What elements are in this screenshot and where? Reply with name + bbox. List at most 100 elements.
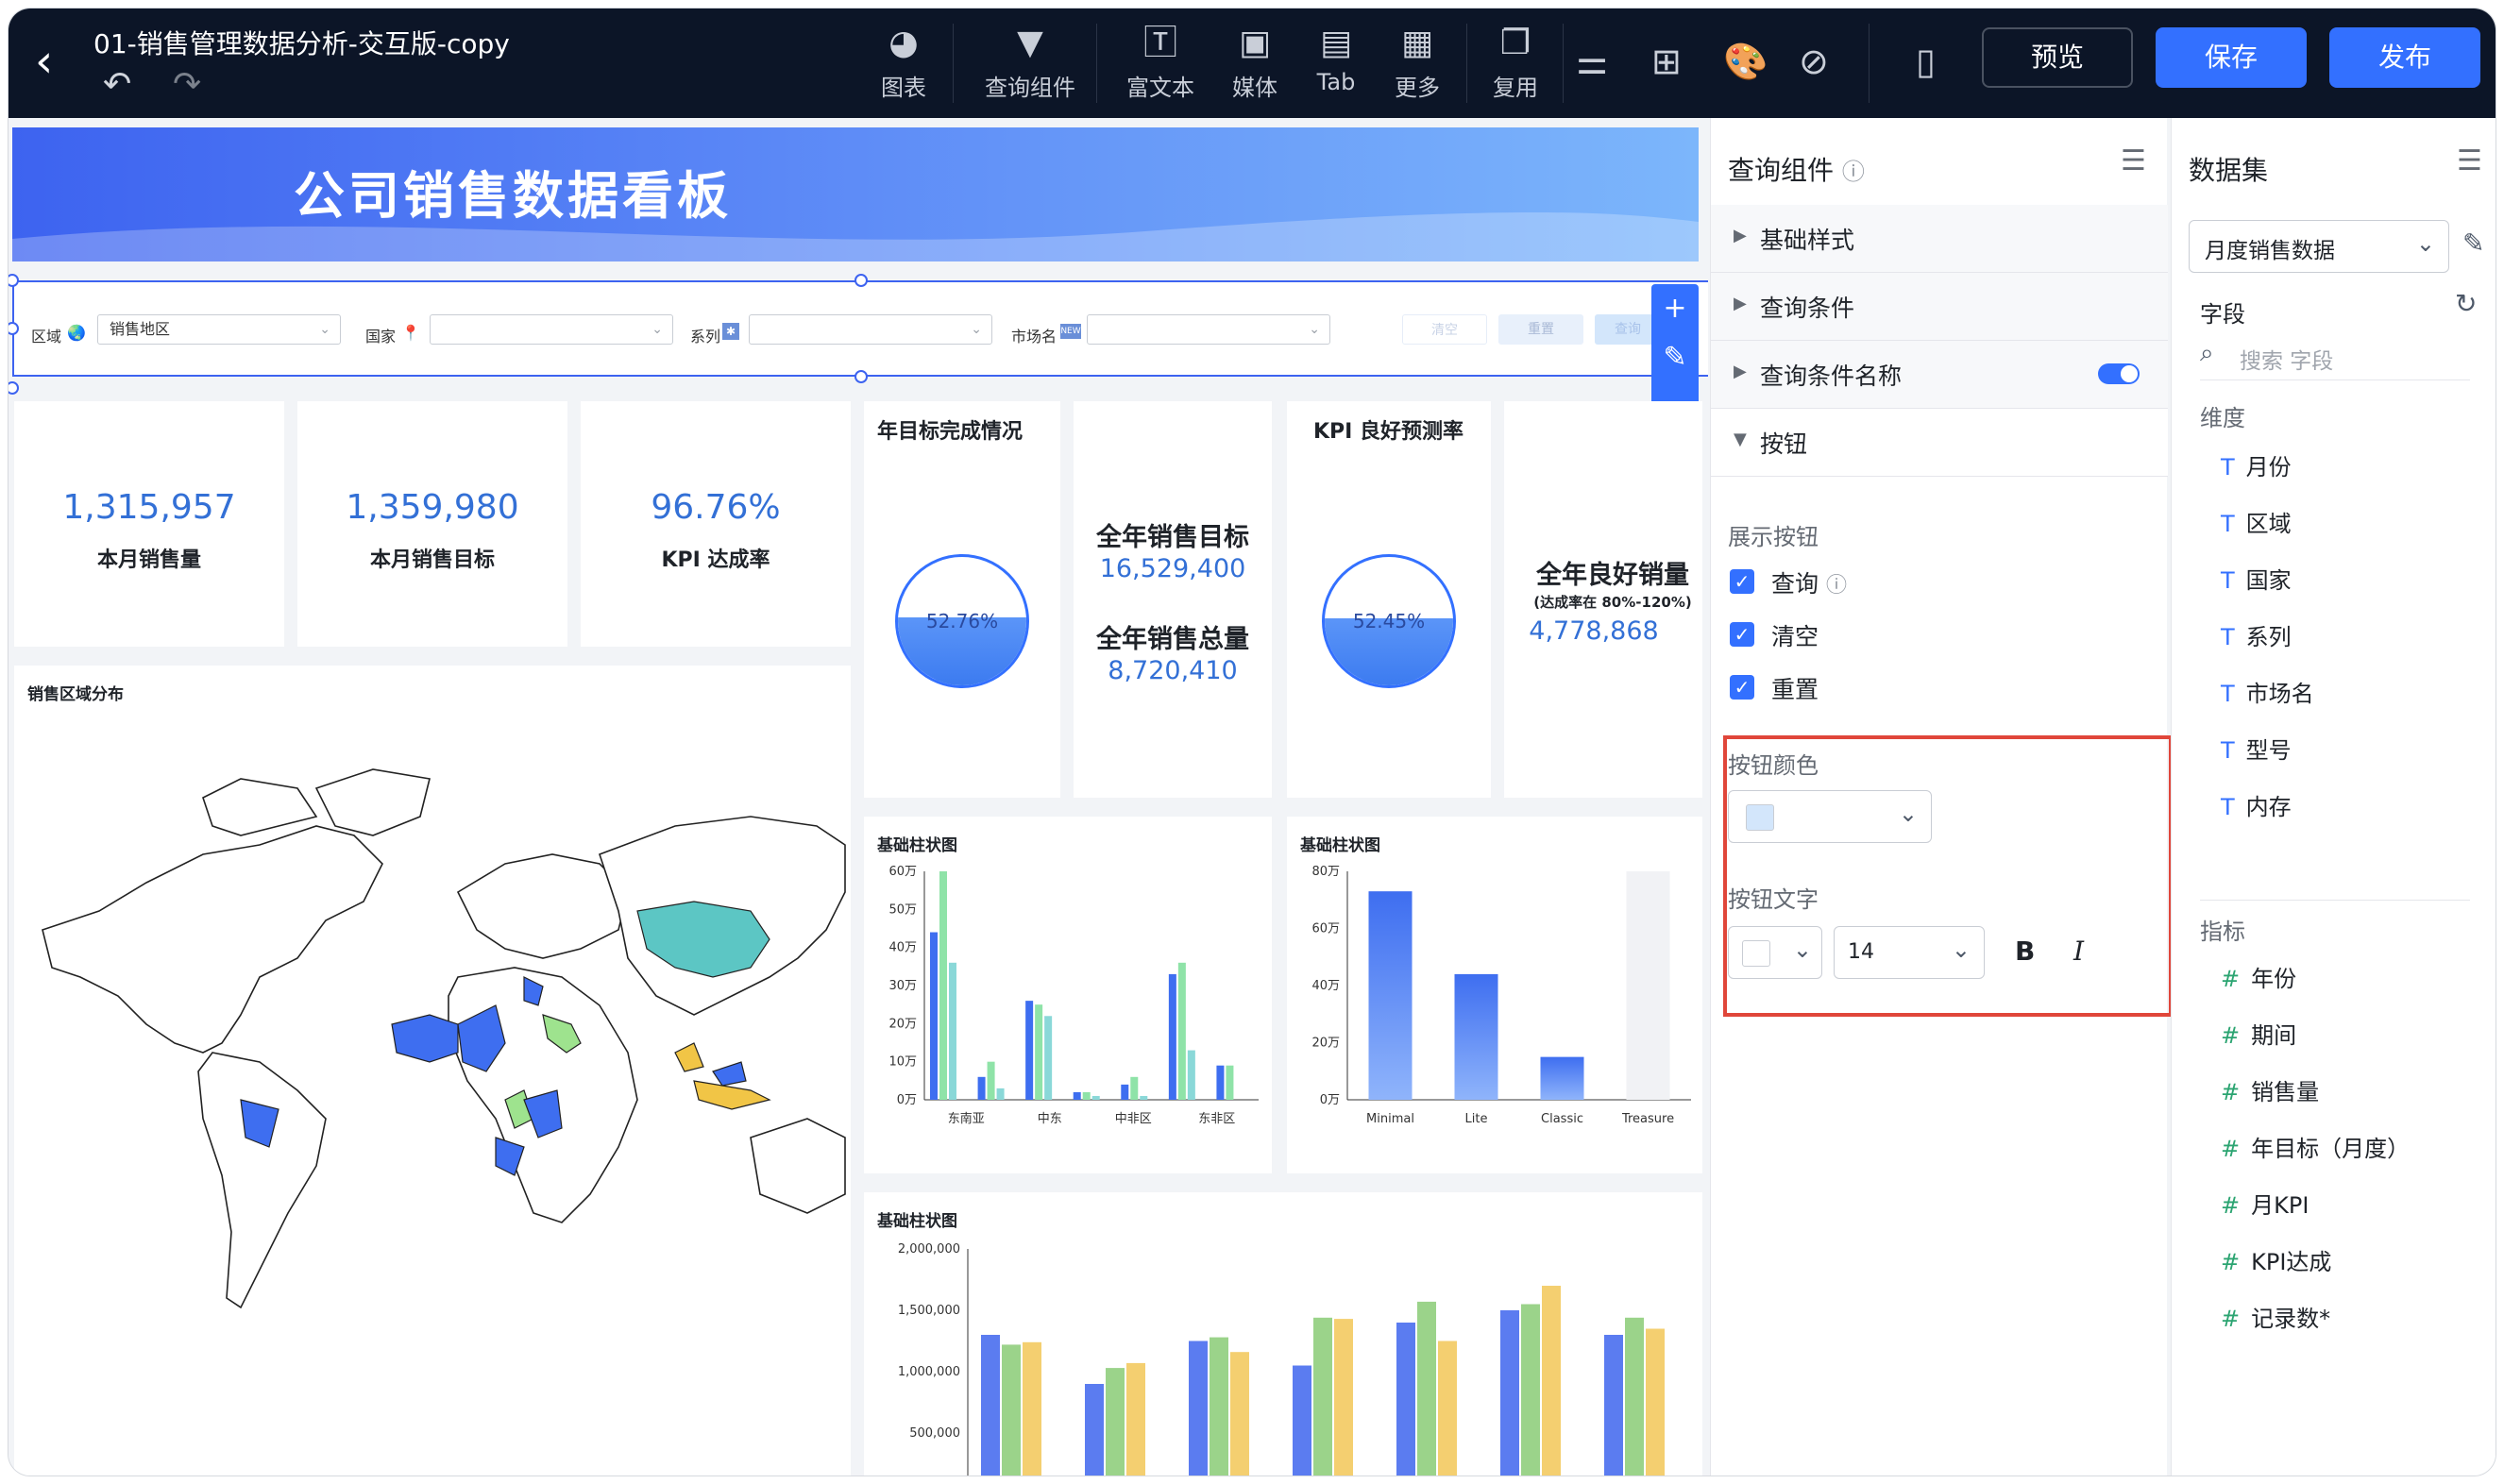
kpi-card-kpi-rate[interactable]: 96.76% KPI 达成率 bbox=[581, 401, 851, 647]
country-select[interactable]: ⌄ bbox=[430, 314, 673, 345]
edit-pencil-icon[interactable]: ✎ bbox=[2462, 228, 2484, 259]
field-dimension[interactable]: T 内存 bbox=[2221, 788, 2292, 821]
tool-more[interactable]: ▦ 更多 bbox=[1379, 22, 1455, 102]
gauge-percent: 52.76% bbox=[925, 610, 999, 632]
tool-more-label: 更多 bbox=[1395, 75, 1440, 101]
refresh-icon[interactable]: ↻ bbox=[2455, 288, 2477, 319]
tool-richtext[interactable]: 🅃 富文本 bbox=[1113, 22, 1208, 102]
bar bbox=[1177, 962, 1186, 1100]
preview-button[interactable]: 预览 bbox=[1982, 27, 2133, 88]
menu-icon[interactable]: ☰ bbox=[2121, 144, 2146, 177]
x-tick-label: 东南亚 bbox=[948, 1111, 985, 1126]
tool-media[interactable]: ▣ 媒体 bbox=[1217, 22, 1293, 102]
query-label-country: 国家 bbox=[365, 328, 397, 346]
field-measure[interactable]: # 年目标（月度） bbox=[2221, 1130, 2410, 1163]
resize-handle[interactable] bbox=[854, 370, 868, 383]
field-label: 记录数* bbox=[2251, 1306, 2331, 1332]
x-tick-label: Classic bbox=[1541, 1112, 1583, 1126]
map-australia bbox=[750, 1118, 846, 1214]
checkbox-clear[interactable]: ✓ bbox=[1730, 622, 1754, 647]
section-label: 查询条件名称 bbox=[1760, 363, 1903, 390]
gauge-percent: 52.45% bbox=[1352, 610, 1426, 632]
bar-chart-model[interactable]: 基础柱状图 80万 60万 40万 20万 0万 Minimal Lite Classic Tr… bbox=[1287, 817, 1702, 1173]
field-search[interactable]: ⌕ 搜索 字段 bbox=[2200, 339, 2470, 380]
publish-button[interactable]: 发布 bbox=[2329, 27, 2480, 88]
bar bbox=[1140, 1095, 1148, 1100]
field-measure[interactable]: # 年份 bbox=[2221, 960, 2296, 993]
edit-pencil-icon[interactable]: ✎ bbox=[1651, 333, 1699, 382]
field-measure[interactable]: # 月KPI bbox=[2221, 1187, 2309, 1220]
section-query-conditions[interactable]: ▶ 查询条件 bbox=[1711, 273, 2168, 341]
app-frame: ‹ 01-销售管理数据分析-交互版-copy ↶ ↷ ◕ 图表 ▼ 查询组件 🅃… bbox=[8, 8, 2496, 1476]
chart-title: 基础柱状图 bbox=[1300, 836, 1380, 855]
section-basic-style[interactable]: ▶ 基础样式 bbox=[1711, 205, 2168, 273]
info-icon[interactable]: ⓘ bbox=[1826, 574, 1847, 598]
region-select[interactable]: 销售地区 ⌄ bbox=[97, 314, 341, 345]
redo-icon[interactable]: ↷ bbox=[173, 65, 201, 104]
bar-chart-trend[interactable]: 基础柱状图 2,000,000 1,500,000 1,000,000 500,000… bbox=[864, 1192, 1702, 1476]
annual-total-value: 8,720,410 bbox=[1108, 656, 1238, 685]
checkbox-query[interactable]: ✓ bbox=[1730, 569, 1754, 594]
market-select[interactable]: ⌄ bbox=[1087, 314, 1330, 345]
tool-query[interactable]: ▼ 查询组件 bbox=[973, 22, 1087, 102]
add-icon[interactable]: + bbox=[1651, 284, 1699, 333]
kpi-card-month-target[interactable]: 1,359,980 本月销售目标 bbox=[297, 401, 567, 647]
settings-sliders-icon[interactable]: ⚌ bbox=[1576, 41, 1608, 82]
menu-icon[interactable]: ☰ bbox=[2457, 144, 2482, 177]
undo-icon[interactable]: ↶ bbox=[103, 65, 131, 104]
field-measure[interactable]: # 销售量 bbox=[2221, 1073, 2319, 1106]
number-type-icon: # bbox=[2221, 1192, 2241, 1219]
back-icon[interactable]: ‹ bbox=[35, 39, 53, 84]
clear-button[interactable]: 清空 bbox=[1402, 314, 1487, 345]
bar-chart-region[interactable]: 基础柱状图 60万 50万 40万 30万 20万 10万 0万 东南亚 中东 中非区 东非区 bbox=[864, 817, 1272, 1173]
field-dimension[interactable]: T 市场名 bbox=[2221, 675, 2314, 708]
good-sales-card[interactable]: 全年良好销量 (达成率在 80%-120%) 4,778,868 bbox=[1504, 401, 1702, 798]
field-label: 月份 bbox=[2245, 454, 2292, 481]
field-dimension[interactable]: T 月份 bbox=[2221, 448, 2292, 481]
section-buttons[interactable]: ▼ 按钮 bbox=[1711, 409, 2168, 477]
tool-chart[interactable]: ◕ 图表 bbox=[866, 22, 941, 102]
hide-eye-icon[interactable]: ⊘ bbox=[1799, 41, 1829, 82]
layout-icon[interactable]: ⊞ bbox=[1651, 41, 1682, 82]
toggle-switch[interactable] bbox=[2098, 363, 2140, 384]
chevron-down-icon: ⌄ bbox=[319, 322, 330, 337]
bar bbox=[1646, 1328, 1665, 1476]
tool-reuse-label: 复用 bbox=[1493, 75, 1538, 101]
field-measure[interactable]: # KPI达成 bbox=[2221, 1243, 2331, 1276]
annual-target-card[interactable]: 年目标完成情况 52.76% bbox=[864, 401, 1060, 798]
field-measure[interactable]: # 期间 bbox=[2221, 1017, 2296, 1050]
tab-icon: ▤ bbox=[1319, 24, 1352, 62]
kpi-card-month-sales[interactable]: 1,315,957 本月销售量 bbox=[14, 401, 284, 647]
field-dimension[interactable]: T 国家 bbox=[2221, 562, 2292, 595]
field-measure[interactable]: # 记录数* bbox=[2221, 1300, 2330, 1333]
theme-palette-icon[interactable]: 🎨 bbox=[1723, 41, 1768, 83]
globe-icon: 🌏 bbox=[67, 324, 86, 342]
new-badge-icon: NEW bbox=[1060, 324, 1081, 339]
text-type-icon: T bbox=[2221, 567, 2235, 594]
field-label: 系列 bbox=[2245, 624, 2292, 650]
resize-handle[interactable] bbox=[8, 381, 19, 395]
field-dimension[interactable]: T 系列 bbox=[2221, 618, 2292, 651]
chart-title: 基础柱状图 bbox=[877, 836, 957, 855]
kpi-value: 1,315,957 bbox=[62, 488, 236, 527]
field-dimension[interactable]: T 区域 bbox=[2221, 505, 2292, 538]
reset-button[interactable]: 重置 bbox=[1498, 314, 1583, 345]
sales-map-card[interactable]: 销售区域分布 bbox=[14, 666, 851, 1476]
section-condition-name[interactable]: ▶ 查询条件名称 bbox=[1711, 341, 2168, 409]
save-button[interactable]: 保存 bbox=[2156, 27, 2307, 88]
dataset-select[interactable]: 月度销售数据 ⌄ bbox=[2189, 220, 2449, 273]
series-select[interactable]: ⌄ bbox=[749, 314, 992, 345]
resize-handle[interactable] bbox=[854, 274, 868, 287]
x-tick-label: Treasure bbox=[1621, 1112, 1674, 1126]
field-dimension[interactable]: T 型号 bbox=[2221, 732, 2292, 765]
mobile-icon[interactable]: ▯ bbox=[1916, 41, 1936, 82]
kpi-good-card[interactable]: KPI 良好预测率 52.45% bbox=[1287, 401, 1491, 798]
query-component[interactable]: 区域 🌏 销售地区 ⌄ 国家 📍 ⌄ 系列 ✱ ⌄ 市场名 NEW ⌄ 清空 重置… bbox=[12, 280, 1708, 377]
tool-reuse[interactable]: ❐ 复用 bbox=[1478, 22, 1553, 102]
info-icon[interactable]: ⓘ bbox=[1842, 159, 1865, 185]
bar-chart-region-svg: 60万 50万 40万 30万 20万 10万 0万东南亚 中东 中非区 东非区 bbox=[888, 865, 1259, 1126]
bar bbox=[1216, 1065, 1225, 1100]
tool-tab[interactable]: ▤ Tab bbox=[1298, 22, 1374, 95]
checkbox-reset[interactable]: ✓ bbox=[1730, 675, 1754, 700]
annual-stats-card[interactable]: 全年销售目标 16,529,400 全年销售总量 8,720,410 bbox=[1074, 401, 1272, 798]
